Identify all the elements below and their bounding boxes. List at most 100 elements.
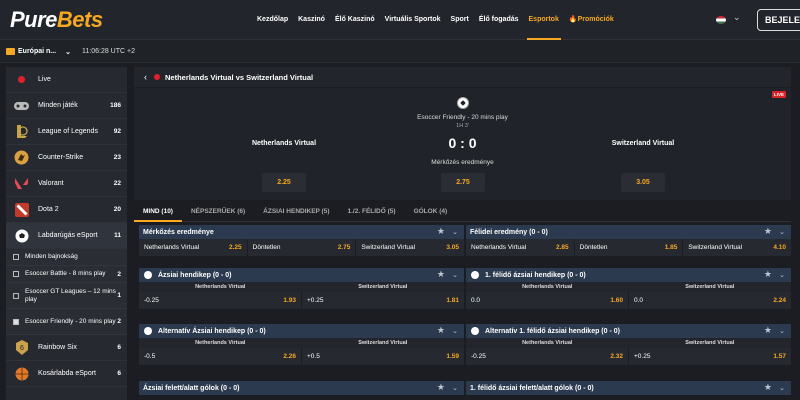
star-icon[interactable]: ★ [437,325,445,336]
nav-casino[interactable]: Kaszinó [293,0,330,40]
home-odd-button[interactable]: 2.25 [262,173,306,192]
checkbox[interactable] [13,318,19,325]
star-icon[interactable]: ★ [437,226,445,237]
chevron-down-icon[interactable]: ⌄ [779,228,785,236]
market-header[interactable]: Félidei eredmény (0 - 0) ★ ⌄ [466,225,791,239]
star-icon[interactable]: ★ [764,325,772,336]
nav-virtual-sports[interactable]: Virtuális Sportok [380,0,446,40]
tab-asian-handicap[interactable]: ÁZSIAI HENDIKEP (5) [254,202,338,221]
sidebar-item-dota2[interactable]: Dota 2 20 [6,197,127,223]
market-header[interactable]: Mérkőzés eredménye ★ ⌄ [139,225,464,239]
nav-sport[interactable]: Sport [446,0,474,40]
star-icon[interactable]: ★ [764,382,772,393]
nav-live-casino[interactable]: Élő Kaszinó [330,0,380,40]
chevron-down-icon[interactable]: ⌄ [452,384,458,392]
checkbox[interactable] [13,254,19,260]
sidebar-item-basketball-esport[interactable]: Kosárlabda eSport 6 [6,361,127,387]
sidebar-subitem-esoccer-battle[interactable]: Esoccer Battle - 8 mins play 2 [6,266,127,283]
star-icon[interactable]: ★ [437,382,445,393]
market-title: Ázsiai hendikep (0 - 0) [158,271,232,279]
league-of-legends-icon [14,124,29,139]
market-header[interactable]: Alternatív Ázsiai hendikep (0 - 0) ★ ⌄ [139,324,464,338]
sidebar-item-count: 11 [114,232,121,239]
tab-all[interactable]: MIND (10) [134,202,182,222]
chevron-down-icon[interactable]: ⌄ [452,228,458,236]
market-row: 0.0 1.60 0.0 2.24 [466,292,791,309]
odd-cell[interactable]: -0.5 2.26 [139,348,302,365]
sidebar-subitem-esoccer-friendly[interactable]: Esoccer Friendly - 20 mins play 2 [6,309,127,335]
odd-cell[interactable]: -0.25 2.32 [466,348,629,365]
outcome-name: Netherlands Virtual [471,244,527,251]
away-odd-button[interactable]: 3.05 [621,173,665,192]
checkbox[interactable] [13,292,19,299]
odd-cell[interactable]: +0.25 1.57 [629,348,791,365]
market-asian-handicap: Ázsiai hendikep (0 - 0) ★ ⌄ Netherlands … [139,268,464,309]
sidebar-item-rainbow-six[interactable]: 6 Rainbow Six 6 [6,335,127,361]
market-header[interactable]: Ázsiai felett/alatt gólok (0 - 0) ★ ⌄ [139,381,464,395]
info-icon[interactable] [144,271,152,279]
login-button[interactable]: BEJELEN [757,9,800,31]
outcome-odd: 1.93 [283,297,296,304]
chevron-down-icon[interactable]: ⌄ [779,384,785,392]
odd-cell[interactable]: -0.25 1.93 [139,292,302,309]
tab-goals[interactable]: GÓLOK (4) [405,202,457,221]
odd-cell[interactable]: Netherlands Virtual 2.85 [466,239,575,256]
star-icon[interactable]: ★ [437,269,445,280]
sidebar-item-all-games[interactable]: Minden játék 186 [6,93,127,119]
outcome-odd: 1.59 [446,353,459,360]
chevron-down-icon[interactable]: ⌄ [733,12,741,23]
market-header[interactable]: 1. félidő ázsiai hendikep (0 - 0) ★ ⌄ [466,268,791,282]
market-column-headers: Netherlands Virtual Switzerland Virtual [466,282,791,292]
odd-cell[interactable]: Switzerland Virtual 4.10 [683,239,791,256]
odd-cell[interactable]: +0.25 1.81 [302,292,464,309]
tab-halves[interactable]: 1./2. FÉLIDŐ (5) [339,202,405,221]
draw-odd-button[interactable]: 2.75 [441,173,485,192]
star-icon[interactable]: ★ [764,269,772,280]
sidebar-item-football-esport[interactable]: Labdarúgás eSport 11 [6,223,127,249]
sidebar-item-live[interactable]: Live [6,67,127,93]
sidebar-subitem-esoccer-gt-leagues[interactable]: Esoccer GT Leagues – 12 mins play 1 [6,283,127,309]
odd-cell[interactable]: Switzerland Virtual 3.05 [356,239,464,256]
fire-icon: 🔥 [568,16,578,23]
sidebar-item-league-of-legends[interactable]: League of Legends 92 [6,119,127,145]
live-badge: LIVE [771,91,786,98]
star-icon[interactable]: ★ [764,226,772,237]
chevron-down-icon[interactable]: ⌄ [779,327,785,335]
nav-esports[interactable]: Esportok [524,0,564,40]
odd-cell[interactable]: +0.5 1.59 [302,348,464,365]
odd-cell[interactable]: Döntetlen 2.75 [248,239,357,256]
market-header[interactable]: Alternatív 1. félidő ázsiai hendikep (0 … [466,324,791,338]
chevron-down-icon[interactable]: ⌄ [452,327,458,335]
market-title: Félidei eredmény (0 - 0) [470,228,548,236]
purebets-logo[interactable]: PureBets [10,7,103,33]
info-icon[interactable] [471,271,479,279]
nav-home[interactable]: Kezdőlap [252,0,293,40]
sub-bar: Európai n... ⌄ 11:06:28 UTC +2 [0,40,800,63]
odd-cell[interactable]: Döntetlen 1.85 [575,239,684,256]
checkbox[interactable] [13,271,19,277]
info-icon[interactable] [471,327,479,335]
tab-popular[interactable]: NÉPSZERŰEK (6) [182,202,254,221]
outcome-odd: 2.25 [229,244,242,251]
sidebar-item-counter-strike[interactable]: Counter-Strike 23 [6,145,127,171]
market-title: Alternatív Ázsiai hendikep (0 - 0) [158,327,266,335]
market-header[interactable]: 1. félidő ázsiai felett/alatt gólok (0 -… [466,381,791,395]
nav-live-betting[interactable]: Élő fogadás [474,0,524,40]
market-header[interactable]: Ázsiai hendikep (0 - 0) ★ ⌄ [139,268,464,282]
hungarian-flag-icon[interactable] [716,16,726,24]
odd-cell[interactable]: 0.0 1.60 [466,292,629,309]
chevron-down-icon[interactable]: ⌄ [779,271,785,279]
region-label: Európai n... [18,48,57,55]
sidebar-subitem-all-leagues[interactable]: Minden bajnokság [6,249,127,266]
outcome-name: Döntetlen [579,244,608,251]
market-row: -0.25 1.93 +0.25 1.81 [139,292,464,309]
chevron-down-icon[interactable]: ⌄ [452,271,458,279]
odd-cell[interactable]: Netherlands Virtual 2.25 [139,239,248,256]
back-arrow-icon[interactable]: ‹ [144,72,147,82]
odd-cell[interactable]: 0.0 2.24 [629,292,791,309]
handicap-line: 0.0 [634,297,644,304]
info-icon[interactable] [144,327,152,335]
nav-promotions[interactable]: 🔥Promóciók [564,0,619,40]
sidebar-item-valorant[interactable]: Valorant 22 [6,171,127,197]
region-selector[interactable]: Európai n... ⌄ [6,40,71,63]
